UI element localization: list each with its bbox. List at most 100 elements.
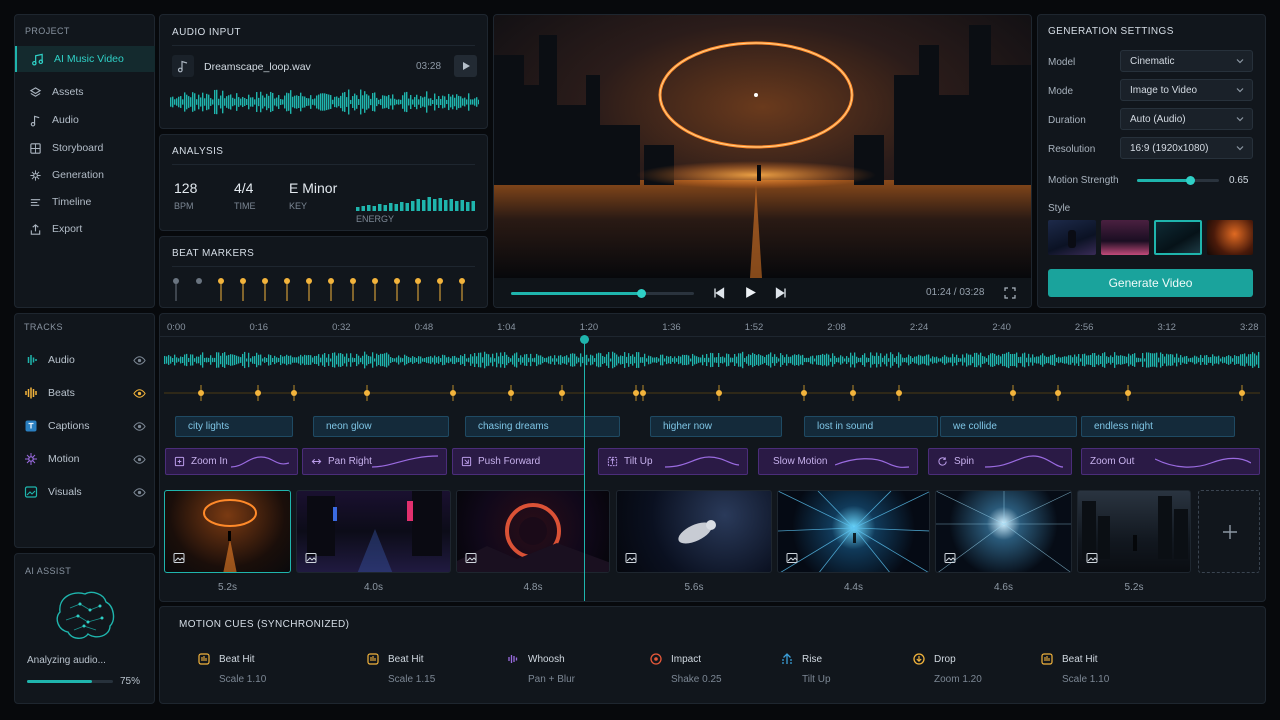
playhead-handle[interactable]: [580, 335, 589, 344]
motion-cue-drop[interactable]: Drop Zoom 1.20: [912, 652, 982, 685]
waveform-bar: [742, 351, 744, 369]
track-captions[interactable]: Captions: [14, 413, 154, 439]
motion-cue-beat-hit[interactable]: Beat Hit Scale 1.15: [366, 652, 435, 685]
waveform-bar: [1206, 355, 1208, 365]
duration-select[interactable]: Auto (Audio): [1120, 108, 1253, 130]
track-motion[interactable]: Motion: [14, 446, 154, 472]
track-label: Beats: [48, 387, 75, 399]
preview-scrubber[interactable]: [511, 289, 694, 298]
visual-clip-7[interactable]: [1077, 490, 1191, 573]
waveform-bar: [436, 357, 438, 363]
eye-icon[interactable]: [133, 486, 146, 499]
skip-back-icon[interactable]: [713, 287, 725, 299]
model-select[interactable]: Cinematic: [1120, 50, 1253, 72]
style-thumb-2[interactable]: [1101, 220, 1149, 255]
motion-clip[interactable]: Pan Right: [302, 448, 447, 475]
caption-clip[interactable]: endless night: [1081, 416, 1235, 437]
beat-marker: [350, 278, 356, 284]
waveform-bar: [428, 356, 430, 364]
preview-image[interactable]: [494, 15, 1031, 278]
motion-strength-slider[interactable]: [1137, 176, 1219, 185]
waveform-bar: [606, 354, 608, 366]
playhead[interactable]: [584, 337, 585, 601]
visual-clip-6[interactable]: [935, 490, 1072, 573]
sidebar-item-generation[interactable]: Generation: [15, 162, 155, 188]
sidebar-item-audio[interactable]: Audio: [15, 107, 155, 133]
motion-clip[interactable]: Zoom In: [165, 448, 298, 475]
sidebar-item-storyboard[interactable]: Storyboard: [15, 135, 155, 161]
waveform-bar: [246, 358, 248, 362]
style-thumb-3[interactable]: [1154, 220, 1202, 255]
waveform-bar: [656, 357, 658, 363]
cue-detail: Zoom 1.20: [934, 674, 982, 685]
timeline-beat-markers[interactable]: [164, 382, 1260, 404]
sidebar-item-ai-music-video[interactable]: AI Music Video: [15, 46, 155, 72]
sidebar-item-assets[interactable]: Assets: [15, 79, 155, 105]
track-audio[interactable]: Audio: [14, 347, 154, 373]
caption-clip[interactable]: lost in sound: [804, 416, 938, 437]
motion-cue-impact[interactable]: Impact Shake 0.25: [649, 652, 722, 685]
beat-marker-strip[interactable]: [170, 271, 480, 305]
fullscreen-icon[interactable]: [1004, 287, 1016, 299]
motion-cue-beat-hit[interactable]: Beat Hit Scale 1.10: [197, 652, 266, 685]
motion-clip-label: Tilt Up: [624, 456, 653, 467]
waveform-bar: [326, 357, 328, 363]
waveform-bar: [300, 92, 302, 112]
audio-play-button[interactable]: [454, 55, 477, 77]
motion-clip[interactable]: Tilt Up: [598, 448, 748, 475]
audio-waveform[interactable]: [170, 87, 479, 117]
mode-select[interactable]: Image to Video: [1120, 79, 1253, 101]
audio-file-row[interactable]: Dreamscape_loop.wav 03:28: [172, 55, 477, 79]
waveform-bar: [438, 356, 440, 364]
motion-clip[interactable]: Spin: [928, 448, 1072, 475]
motion-cue-beat-hit[interactable]: Beat Hit Scale 1.10: [1040, 652, 1109, 685]
add-clip-button[interactable]: [1198, 490, 1260, 573]
whoosh-icon: [508, 655, 518, 663]
caption-clip[interactable]: higher now: [650, 416, 782, 437]
timeline-audio-waveform[interactable]: [164, 349, 1260, 371]
visual-clip-3[interactable]: [456, 490, 610, 573]
skip-forward-icon[interactable]: [775, 287, 787, 299]
eye-icon[interactable]: [133, 387, 146, 400]
play-icon[interactable]: [744, 286, 757, 299]
visual-clip-1[interactable]: [164, 490, 291, 573]
waveform-bar: [1148, 352, 1150, 368]
timeline-ruler[interactable]: [160, 315, 1265, 337]
motion-clip[interactable]: Slow Motion: [758, 448, 918, 475]
track-visuals[interactable]: Visuals: [14, 479, 154, 505]
caption-clip[interactable]: we collide: [940, 416, 1077, 437]
visual-clip-2[interactable]: [296, 490, 451, 573]
waveform-bar: [378, 355, 380, 365]
waveform-bar: [1188, 358, 1190, 362]
waveform-bar: [1194, 355, 1196, 365]
waveform-bar: [278, 95, 280, 109]
track-beats[interactable]: Beats: [14, 380, 154, 406]
motion-cue-whoosh[interactable]: Whoosh Pan + Blur: [506, 652, 575, 685]
motion-cue-rise[interactable]: Rise Tilt Up: [780, 652, 831, 685]
sidebar-item-export[interactable]: Export: [15, 216, 155, 242]
eye-icon[interactable]: [133, 453, 146, 466]
waveform-bar: [192, 92, 194, 112]
waveform-bar: [578, 357, 580, 363]
eye-icon[interactable]: [133, 354, 146, 367]
caption-clip[interactable]: neon glow: [313, 416, 449, 437]
waveform-bar: [234, 98, 236, 106]
style-thumb-1[interactable]: [1048, 220, 1096, 255]
visual-clip-4[interactable]: [616, 490, 772, 573]
style-thumb-4[interactable]: [1207, 220, 1253, 255]
waveform-bar: [1178, 357, 1180, 363]
motion-clip[interactable]: Push Forward: [452, 448, 585, 475]
waveform-bar: [558, 355, 560, 365]
clip-duration: 4.4s: [844, 582, 863, 593]
scrubber-handle[interactable]: [636, 289, 646, 298]
caption-clip[interactable]: city lights: [175, 416, 293, 437]
caption-clip[interactable]: chasing dreams: [465, 416, 620, 437]
motion-clip[interactable]: Zoom Out: [1081, 448, 1260, 475]
sidebar-item-timeline[interactable]: Timeline: [15, 189, 155, 215]
waveform-bar: [938, 358, 940, 362]
beat-marker: [284, 278, 290, 284]
eye-icon[interactable]: [133, 420, 146, 433]
visual-clip-5[interactable]: [777, 490, 930, 573]
resolution-select[interactable]: 16:9 (1920x1080): [1120, 137, 1253, 159]
generate-video-button[interactable]: Generate Video: [1048, 269, 1253, 297]
